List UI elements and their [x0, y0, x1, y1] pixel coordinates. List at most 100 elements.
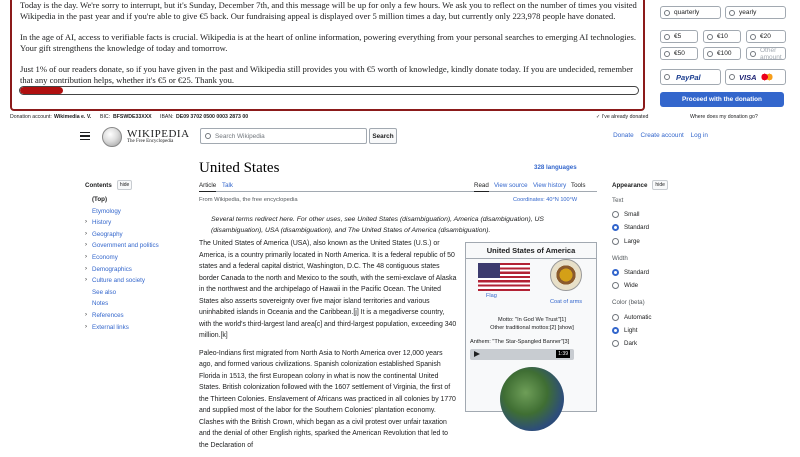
tagline: The Free Encyclopedia	[127, 139, 174, 144]
tab-view-source[interactable]: View source	[494, 182, 528, 189]
radio-icon	[750, 50, 756, 57]
width-standard-option[interactable]: Standard	[612, 266, 702, 279]
toc-item-label: Geography	[92, 230, 123, 238]
search-icon	[205, 133, 211, 139]
toc-title: Contents	[85, 181, 112, 189]
other-amount-input[interactable]: Other amount	[746, 47, 786, 61]
color-light-option[interactable]: Light	[612, 324, 702, 337]
toc-item-top[interactable]: (Top)	[85, 196, 185, 208]
login-link[interactable]: Log in	[691, 132, 708, 139]
chevron-right-icon[interactable]: ›	[85, 219, 87, 225]
toc-item-culture[interactable]: › Culture and society	[85, 277, 185, 289]
frequency-quarterly[interactable]: quarterly	[660, 6, 721, 19]
chevron-right-icon[interactable]: ›	[85, 242, 87, 248]
us-flag-image[interactable]	[478, 263, 530, 291]
amount-100[interactable]: €100	[703, 47, 741, 60]
toc-item-demographics[interactable]: › Demographics	[85, 266, 185, 278]
toc-item-references[interactable]: › References	[85, 312, 185, 324]
radio-icon	[750, 33, 756, 40]
create-account-link[interactable]: Create account	[640, 132, 683, 139]
option-label: €50	[674, 50, 685, 57]
amount-10[interactable]: €10	[703, 30, 741, 43]
width-label: Width	[612, 254, 628, 262]
coat-of-arms-image[interactable]	[550, 259, 582, 291]
toc-item-geography[interactable]: › Geography	[85, 231, 185, 243]
chevron-right-icon[interactable]: ›	[85, 277, 87, 283]
radio-icon	[612, 313, 619, 321]
radio-icon	[729, 74, 735, 80]
motto-text: Motto: "In God We Trust"[1]	[498, 317, 566, 323]
toc-item-label: Economy	[92, 253, 118, 261]
radio-icon	[729, 9, 735, 16]
toc-item-external-links[interactable]: › External links	[85, 324, 185, 336]
toc-item-see-also[interactable]: See also	[85, 289, 185, 301]
tab-article[interactable]: Article	[199, 182, 217, 192]
tools-menu[interactable]: Tools	[571, 182, 585, 189]
iban-value: DE09 3702 0500 0003 2873 00	[176, 114, 249, 120]
search-placeholder: Search Wikipedia	[215, 132, 265, 140]
toc-item-label: Demographics	[92, 265, 132, 273]
donation-account-label: Donation account:	[10, 114, 52, 120]
frequency-yearly[interactable]: yearly	[725, 6, 786, 19]
visa-logo: VISA	[739, 72, 757, 82]
play-icon[interactable]	[474, 351, 480, 357]
text-standard-option[interactable]: Standard	[612, 221, 702, 234]
radio-icon	[664, 9, 670, 16]
tab-read[interactable]: Read	[474, 182, 489, 192]
appearance-hide-button[interactable]: hide	[652, 180, 668, 190]
search-button[interactable]: Search	[369, 128, 397, 144]
chevron-right-icon[interactable]: ›	[85, 266, 87, 272]
toc-item-government[interactable]: › Government and politics	[85, 242, 185, 254]
orthographic-map-image[interactable]	[500, 367, 564, 431]
paypal-option[interactable]: PayPal	[660, 69, 721, 85]
chevron-right-icon[interactable]: ›	[85, 231, 87, 237]
flag-caption[interactable]: Flag	[486, 293, 497, 299]
lead-paragraph-2: Paleo-Indians first migrated from North …	[199, 349, 456, 449]
radio-icon	[612, 282, 619, 290]
toc-item-etymology[interactable]: Etymology	[85, 208, 185, 220]
toc-item-history[interactable]: › History	[85, 219, 185, 231]
audio-player[interactable]: 1:39	[470, 349, 574, 360]
search-input[interactable]: Search Wikipedia	[200, 128, 367, 144]
language-button[interactable]: 328 languages	[534, 164, 577, 171]
amount-spacer	[789, 30, 792, 43]
anthem: Anthem: "The Star-Spangled Banner"[3]	[470, 339, 570, 345]
toc-item-label: Culture and society	[92, 277, 145, 285]
toc-hide-button[interactable]: hide	[116, 180, 133, 190]
chevron-right-icon[interactable]: ›	[85, 324, 87, 330]
text-large-option[interactable]: Large	[612, 235, 702, 248]
coordinates[interactable]: Coordinates: 40°N 100°W	[513, 197, 577, 203]
tab-view-history[interactable]: View history	[533, 182, 566, 189]
iban-label: IBAN:	[160, 114, 174, 120]
toc-item-notes[interactable]: Notes	[85, 300, 185, 312]
text-small-option[interactable]: Small	[612, 208, 702, 221]
radio-icon	[612, 237, 619, 245]
coat-of-arms-caption[interactable]: Coat of arms	[550, 299, 582, 305]
already-donated-link[interactable]: ✓ I've already donated	[596, 114, 648, 120]
progress-fill	[20, 87, 64, 94]
proceed-donation-button[interactable]: Proceed with the donation	[660, 92, 784, 107]
chevron-right-icon[interactable]: ›	[85, 254, 87, 260]
option-label: Large	[624, 237, 640, 245]
amount-20[interactable]: €20	[746, 30, 786, 43]
color-dark-option[interactable]: Dark	[612, 337, 702, 350]
width-wide-option[interactable]: Wide	[612, 279, 702, 292]
toc-item-economy[interactable]: › Economy	[85, 254, 185, 266]
chevron-right-icon[interactable]: ›	[85, 312, 87, 318]
where-donation-link[interactable]: Where does my donation go?	[690, 114, 758, 120]
wikipedia-logo[interactable]	[102, 127, 122, 147]
mastercard-icon	[760, 73, 773, 81]
tab-talk[interactable]: Talk	[222, 182, 233, 189]
option-label: yearly	[739, 9, 757, 16]
option-label: Standard	[624, 269, 650, 277]
card-option[interactable]: VISA	[725, 69, 786, 85]
color-automatic-option[interactable]: Automatic	[612, 310, 702, 323]
article-body: The United States of America (USA), also…	[199, 238, 457, 457]
main-menu-icon[interactable]	[80, 132, 90, 140]
infobox-title: United States of America	[466, 246, 596, 259]
option-label: €10	[717, 33, 728, 40]
donate-link[interactable]: Donate	[613, 132, 634, 139]
option-label: Light	[624, 326, 638, 334]
amount-5[interactable]: €5	[660, 30, 698, 43]
amount-50[interactable]: €50	[660, 47, 698, 60]
